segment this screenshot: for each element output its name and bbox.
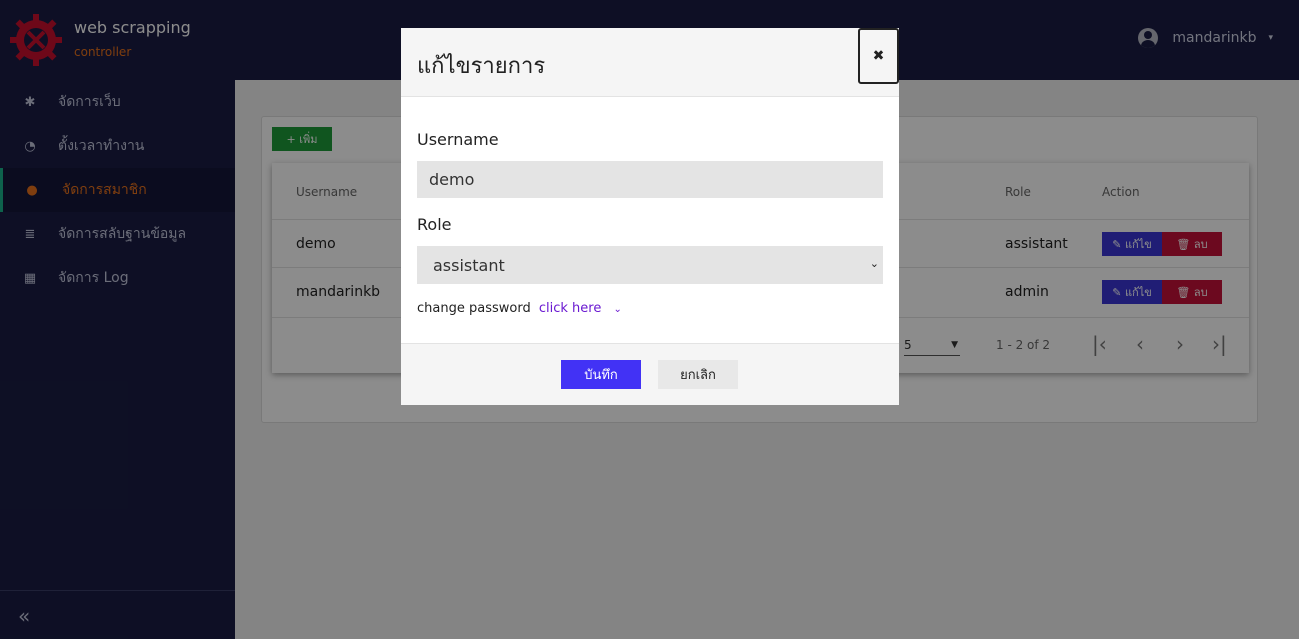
change-password-link[interactable]: click here bbox=[539, 301, 601, 316]
close-icon[interactable]: ✖ bbox=[858, 28, 899, 84]
username-label: Username bbox=[417, 130, 499, 149]
change-password-row: change password click here ⌄ bbox=[417, 301, 622, 316]
edit-member-dialog: แก้ไขรายการ ✖ Username demo Role assista… bbox=[401, 28, 899, 405]
save-button[interactable]: บันทึก bbox=[561, 360, 641, 389]
dialog-footer: บันทึก ยกเลิก bbox=[401, 343, 899, 405]
cancel-button[interactable]: ยกเลิก bbox=[658, 360, 738, 389]
chevron-down-icon[interactable]: ⌄ bbox=[613, 304, 621, 315]
change-password-text: change password bbox=[417, 301, 531, 316]
dialog-title: แก้ไขรายการ bbox=[417, 54, 546, 79]
chevron-down-icon: ⌄ bbox=[869, 257, 879, 270]
username-field[interactable]: demo bbox=[417, 161, 883, 198]
dialog-header: แก้ไขรายการ ✖ bbox=[401, 28, 899, 97]
role-label: Role bbox=[417, 215, 452, 234]
role-select[interactable]: assistant ⌄ bbox=[417, 246, 883, 284]
role-select-value: assistant bbox=[433, 255, 505, 275]
